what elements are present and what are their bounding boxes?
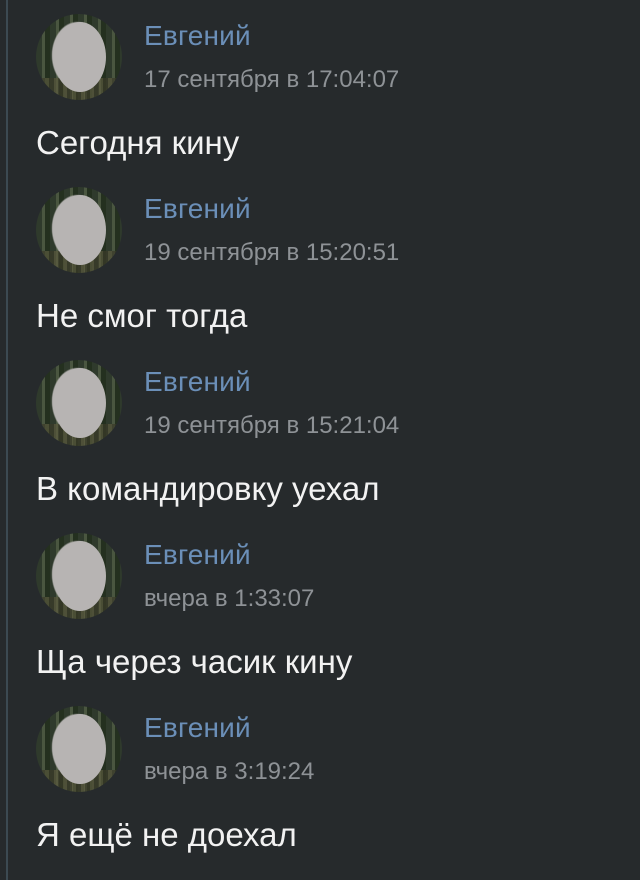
avatar-blur-mask [54,22,106,92]
message-item: Евгений 17 сентября в 17:04:07 Сегодня к… [0,0,640,170]
avatar-blur-mask [54,195,106,265]
message-text: Ща через часик кину [36,643,353,680]
author-name[interactable]: Евгений [144,20,251,52]
message-text: Сегодня кину [36,124,240,161]
message-text: В командировку уехал [36,470,380,507]
avatar-blur-mask [54,368,106,438]
author-name[interactable]: Евгений [144,193,251,225]
message-item: Евгений вчера в 3:19:24 Я ещё не доехал [0,692,640,862]
avatar[interactable] [36,187,122,273]
message-text: Я ещё не доехал [36,816,297,853]
avatar[interactable] [36,706,122,792]
message-timestamp: 17 сентября в 17:04:07 [144,66,400,93]
message-timestamp: вчера в 3:19:24 [144,758,315,785]
message-timestamp: вчера в 1:33:07 [144,585,315,612]
message-timestamp: 19 сентября в 15:21:04 [144,412,400,439]
message-item: Евгений 19 сентября в 15:21:04 В команди… [0,346,640,516]
author-name[interactable]: Евгений [144,712,251,744]
message-timestamp: 19 сентября в 15:20:51 [144,239,400,266]
avatar-blur-mask [54,714,106,784]
message-item: Евгений вчера в 1:33:07 Ща через часик к… [0,519,640,689]
avatar-blur-mask [54,541,106,611]
message-text: Не смог тогда [36,297,248,334]
author-name[interactable]: Евгений [144,539,251,571]
author-name[interactable]: Евгений [144,366,251,398]
avatar[interactable] [36,360,122,446]
message-item: Евгений 19 сентября в 15:20:51 Не смог т… [0,173,640,343]
avatar[interactable] [36,14,122,100]
avatar[interactable] [36,533,122,619]
